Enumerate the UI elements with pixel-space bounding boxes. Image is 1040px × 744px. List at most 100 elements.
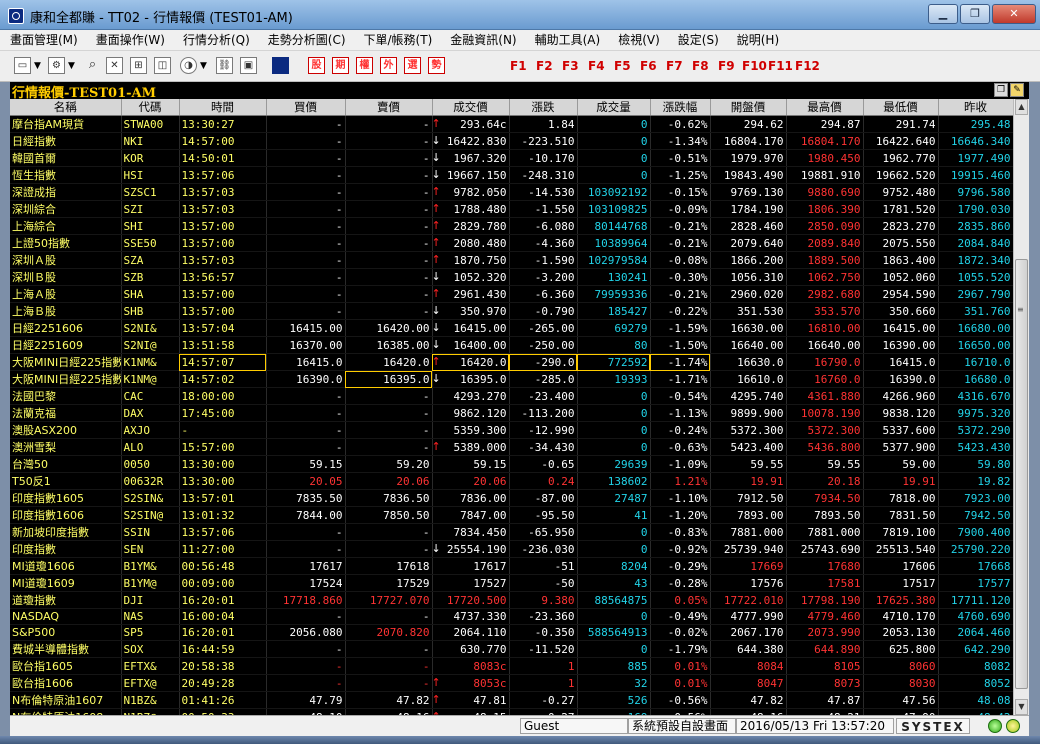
cell-value: -1.71% xyxy=(667,372,708,386)
maximize-button[interactable]: ❐ xyxy=(960,4,990,24)
table-row[interactable]: 上證50指數 SSE50 13:57:00- - ↑ 2080.480 -4.360 1038… xyxy=(10,234,1014,252)
table-row[interactable]: T50反1 00632R 13:30:00 20.05 20.06 20.06 0.24 13… xyxy=(10,472,1014,490)
table-row[interactable]: 上海綜合 SHI 13:57:00- - ↑ 2829.780 -6.080 80144768… xyxy=(10,217,1014,235)
table-row[interactable]: 歐台指1606 EFTX@ 20:49:28- - ↑ 8053c 1 32 0.01% 8047… xyxy=(10,674,1014,692)
function-key-f8[interactable]: F8 xyxy=(692,59,709,73)
restore-panel-icon[interactable]: ❐ xyxy=(994,83,1008,97)
column-header[interactable]: 時間 xyxy=(179,99,267,116)
function-key-f11[interactable]: F11 xyxy=(768,59,793,73)
table-row[interactable]: 深圳Ａ股 SZA 13:57:03- - ↑ 1870.750 -1.590 10297958… xyxy=(10,251,1014,269)
table-row[interactable]: 印度指數 SEN 11:27:00- - ↓ 25554.190 -236.030 0 -0.9… xyxy=(10,540,1014,558)
table-row[interactable]: 大阪MINI日經225指數 K1NM@ 14:57:02 16390.0 16395.0… xyxy=(10,370,1014,388)
app-icon[interactable] xyxy=(8,8,24,24)
window-icon[interactable]: ▣ xyxy=(240,57,257,74)
scroll-up-icon[interactable]: ▲ xyxy=(1015,99,1028,115)
table-row[interactable]: 費城半導體指數 SOX 16:44:59 - - 630.770 -11.520 0 -1.79… xyxy=(10,640,1014,658)
table-row[interactable]: 韓國首爾 KOR 14:50:01- - ↓ 1967.320 -10.170 0 -0.51%… xyxy=(10,149,1014,167)
tools-icon[interactable]: ⚙ xyxy=(48,57,65,74)
column-header[interactable]: 成交量 xyxy=(577,99,651,116)
function-key-f1[interactable]: F1 xyxy=(510,59,527,73)
table-row[interactable]: 法蘭克福 DAX 17:45:00 - - 9862.120 -113.200 0 -1.13%… xyxy=(10,404,1014,422)
table-row[interactable]: 恆生指數 HSI 13:57:06- - ↓ 19667.150 -248.310 0 -1.2… xyxy=(10,166,1014,184)
table-row[interactable]: 深證成指 SZSC1 13:57:03- - ↑ 9782.050 -14.530 10309… xyxy=(10,183,1014,201)
screen-icon[interactable]: ▭ xyxy=(14,57,31,74)
column-header[interactable]: 成交價 xyxy=(432,99,510,116)
function-key-f6[interactable]: F6 xyxy=(640,59,657,73)
table-row[interactable]: 歐台指1605 EFTX& 20:58:38 - - 8083c 1 885 0.01% 8084… xyxy=(10,657,1014,675)
function-key-f9[interactable]: F9 xyxy=(718,59,735,73)
column-header[interactable]: 昨收 xyxy=(938,99,1014,116)
table-row[interactable]: 台灣50 0050 13:30:00 59.15 59.20 59.15 -0.65 2963… xyxy=(10,455,1014,473)
table-row[interactable]: 日經2251606 S2NI& 13:57:04 16415.00 16420.00 ↓ 1… xyxy=(10,319,1014,337)
menu-item-2[interactable]: 行情分析(Q) xyxy=(173,30,258,50)
table-row[interactable]: NASDAQ NAS 16:00:04 - - 4737.330 -23.360 0 -0.49… xyxy=(10,608,1014,625)
table-row[interactable]: S&P500 SP5 16:20:01 2056.080 2070.820 2064.11… xyxy=(10,624,1014,641)
close-button[interactable]: ✕ xyxy=(992,4,1036,24)
menu-item-8[interactable]: 設定(S) xyxy=(668,30,727,50)
menu-item-7[interactable]: 檢視(V) xyxy=(608,30,668,50)
quick-button-5[interactable]: 勢 xyxy=(428,57,445,74)
menu-item-1[interactable]: 畫面操作(W) xyxy=(86,30,173,50)
function-key-f2[interactable]: F2 xyxy=(536,59,553,73)
quick-button-2[interactable]: 權 xyxy=(356,57,373,74)
table-row[interactable]: 大阪MINI日經225指數 K1NM& 14:57:07 16415.0 16420.0… xyxy=(10,353,1014,371)
menu-item-4[interactable]: 下單/帳務(T) xyxy=(354,30,441,50)
function-key-f5[interactable]: F5 xyxy=(614,59,631,73)
function-key-f7[interactable]: F7 xyxy=(666,59,683,73)
table-row[interactable]: 法國巴黎 CAC 18:00:00 - - 4293.270 -23.400 0 -0.54% 4… xyxy=(10,387,1014,405)
quick-button-4[interactable]: 選 xyxy=(404,57,421,74)
column-header[interactable]: 買價 xyxy=(266,99,346,116)
menu-item-3[interactable]: 走勢分析圖(C) xyxy=(258,30,354,50)
close-window-icon[interactable]: ✕ xyxy=(106,57,123,74)
column-header[interactable]: 開盤價 xyxy=(710,99,787,116)
company-logo-icon[interactable] xyxy=(272,57,289,74)
table-row[interactable]: MI道瓊1606 B1YM& 00:56:48 17617 17618 17617 -51 8… xyxy=(10,557,1014,575)
theme-icon[interactable]: ◑ xyxy=(180,57,197,74)
table-row[interactable]: 上海Ａ股 SHA 13:57:00- - ↑ 2961.430 -6.360 79959336… xyxy=(10,285,1014,303)
dropdown-arrow-icon[interactable]: ▼ xyxy=(34,61,41,71)
table-row[interactable]: MI道瓊1609 B1YM@ 00:09:00 17524 17529 17527 -50 4… xyxy=(10,574,1014,592)
column-header[interactable]: 賣價 xyxy=(345,99,433,116)
scrollbar-thumb[interactable] xyxy=(1015,259,1028,689)
column-header[interactable]: 名稱 xyxy=(10,99,122,116)
table-row[interactable]: 摩台指AM現貨 STWA00 13:30:27- - ↑ 293.64c 1.84 0 -0.6… xyxy=(10,115,1014,133)
grid-icon[interactable]: ⊞ xyxy=(130,57,147,74)
function-key-f12[interactable]: F12 xyxy=(795,59,820,73)
table-row[interactable]: 新加坡印度指數 SSIN 13:57:06 - - 7834.450 -65.950 0 -0.… xyxy=(10,523,1014,541)
table-row[interactable]: 澳洲雪梨 ALO 15:57:00- - ↑ 5389.000 -34.430 0 -0.63%… xyxy=(10,438,1014,456)
minimize-button[interactable]: ▁ xyxy=(928,4,958,24)
function-key-f3[interactable]: F3 xyxy=(562,59,579,73)
column-header[interactable]: 最低價 xyxy=(863,99,939,116)
quick-button-3[interactable]: 外 xyxy=(380,57,397,74)
table-row[interactable]: 道瓊指數 DJI 16:20:01 17718.860 17727.070 17720.5… xyxy=(10,591,1014,609)
column-header[interactable]: 漲跌 xyxy=(509,99,578,116)
menu-item-5[interactable]: 金融資訊(N) xyxy=(440,30,524,50)
column-header[interactable]: 漲跌幅 xyxy=(650,99,711,116)
column-header[interactable]: 最高價 xyxy=(786,99,864,116)
function-key-f10[interactable]: F10 xyxy=(742,59,767,73)
table-row[interactable]: 上海Ｂ股 SHB 13:57:00- - ↓ 350.970 -0.790 185427 -0.… xyxy=(10,302,1014,320)
table-row[interactable]: 日經指數 NKI 14:57:00- - ↓ 16422.830 -223.510 0 -1.3… xyxy=(10,132,1014,150)
table-row[interactable]: 印度指數1605 S2SIN& 13:57:01 7835.50 7836.50 7836… xyxy=(10,489,1014,507)
menu-item-9[interactable]: 說明(H) xyxy=(727,30,787,50)
split-icon[interactable]: ◫ xyxy=(154,57,171,74)
table-row[interactable]: 深圳Ｂ股 SZB 13:56:57- - ↓ 1052.320 -3.200 130241 -0… xyxy=(10,268,1014,286)
table-row[interactable]: 澳股ASX200 AXJO - - - 5359.300 -12.990 0 -0.24% 537… xyxy=(10,421,1014,439)
link-icon[interactable]: ⛓ xyxy=(216,57,233,74)
quick-button-0[interactable]: 股 xyxy=(308,57,325,74)
scroll-down-icon[interactable]: ▼ xyxy=(1015,699,1028,715)
function-key-f4[interactable]: F4 xyxy=(588,59,605,73)
quick-button-1[interactable]: 期 xyxy=(332,57,349,74)
table-row[interactable]: 深圳綜合 SZI 13:57:03- - ↑ 1788.480 -1.550 10310982… xyxy=(10,200,1014,218)
table-row[interactable]: 日經2251609 S2NI@ 13:51:58 16370.00 16385.00 ↓ 1… xyxy=(10,336,1014,354)
column-header[interactable]: 代碼 xyxy=(121,99,180,116)
settings-panel-icon[interactable]: ✎ xyxy=(1010,83,1024,97)
search-icon[interactable]: ⌕ xyxy=(84,57,101,74)
dropdown-arrow-icon[interactable]: ▼ xyxy=(68,61,75,71)
menu-item-0[interactable]: 畫面管理(M) xyxy=(0,30,86,50)
table-row[interactable]: 印度指數1606 S2SIN@ 13:01:32 7844.00 7850.50 7847… xyxy=(10,506,1014,524)
table-row[interactable]: N布倫特原油1607 N1BZ& 01:41:26 47.79 47.82 ↑ 47.81-… xyxy=(10,691,1014,709)
menu-item-6[interactable]: 輔助工具(A) xyxy=(525,30,609,50)
vertical-scrollbar[interactable]: ▲ ≡ ▼ xyxy=(1013,99,1029,715)
dropdown-arrow-icon[interactable]: ▼ xyxy=(200,61,207,71)
